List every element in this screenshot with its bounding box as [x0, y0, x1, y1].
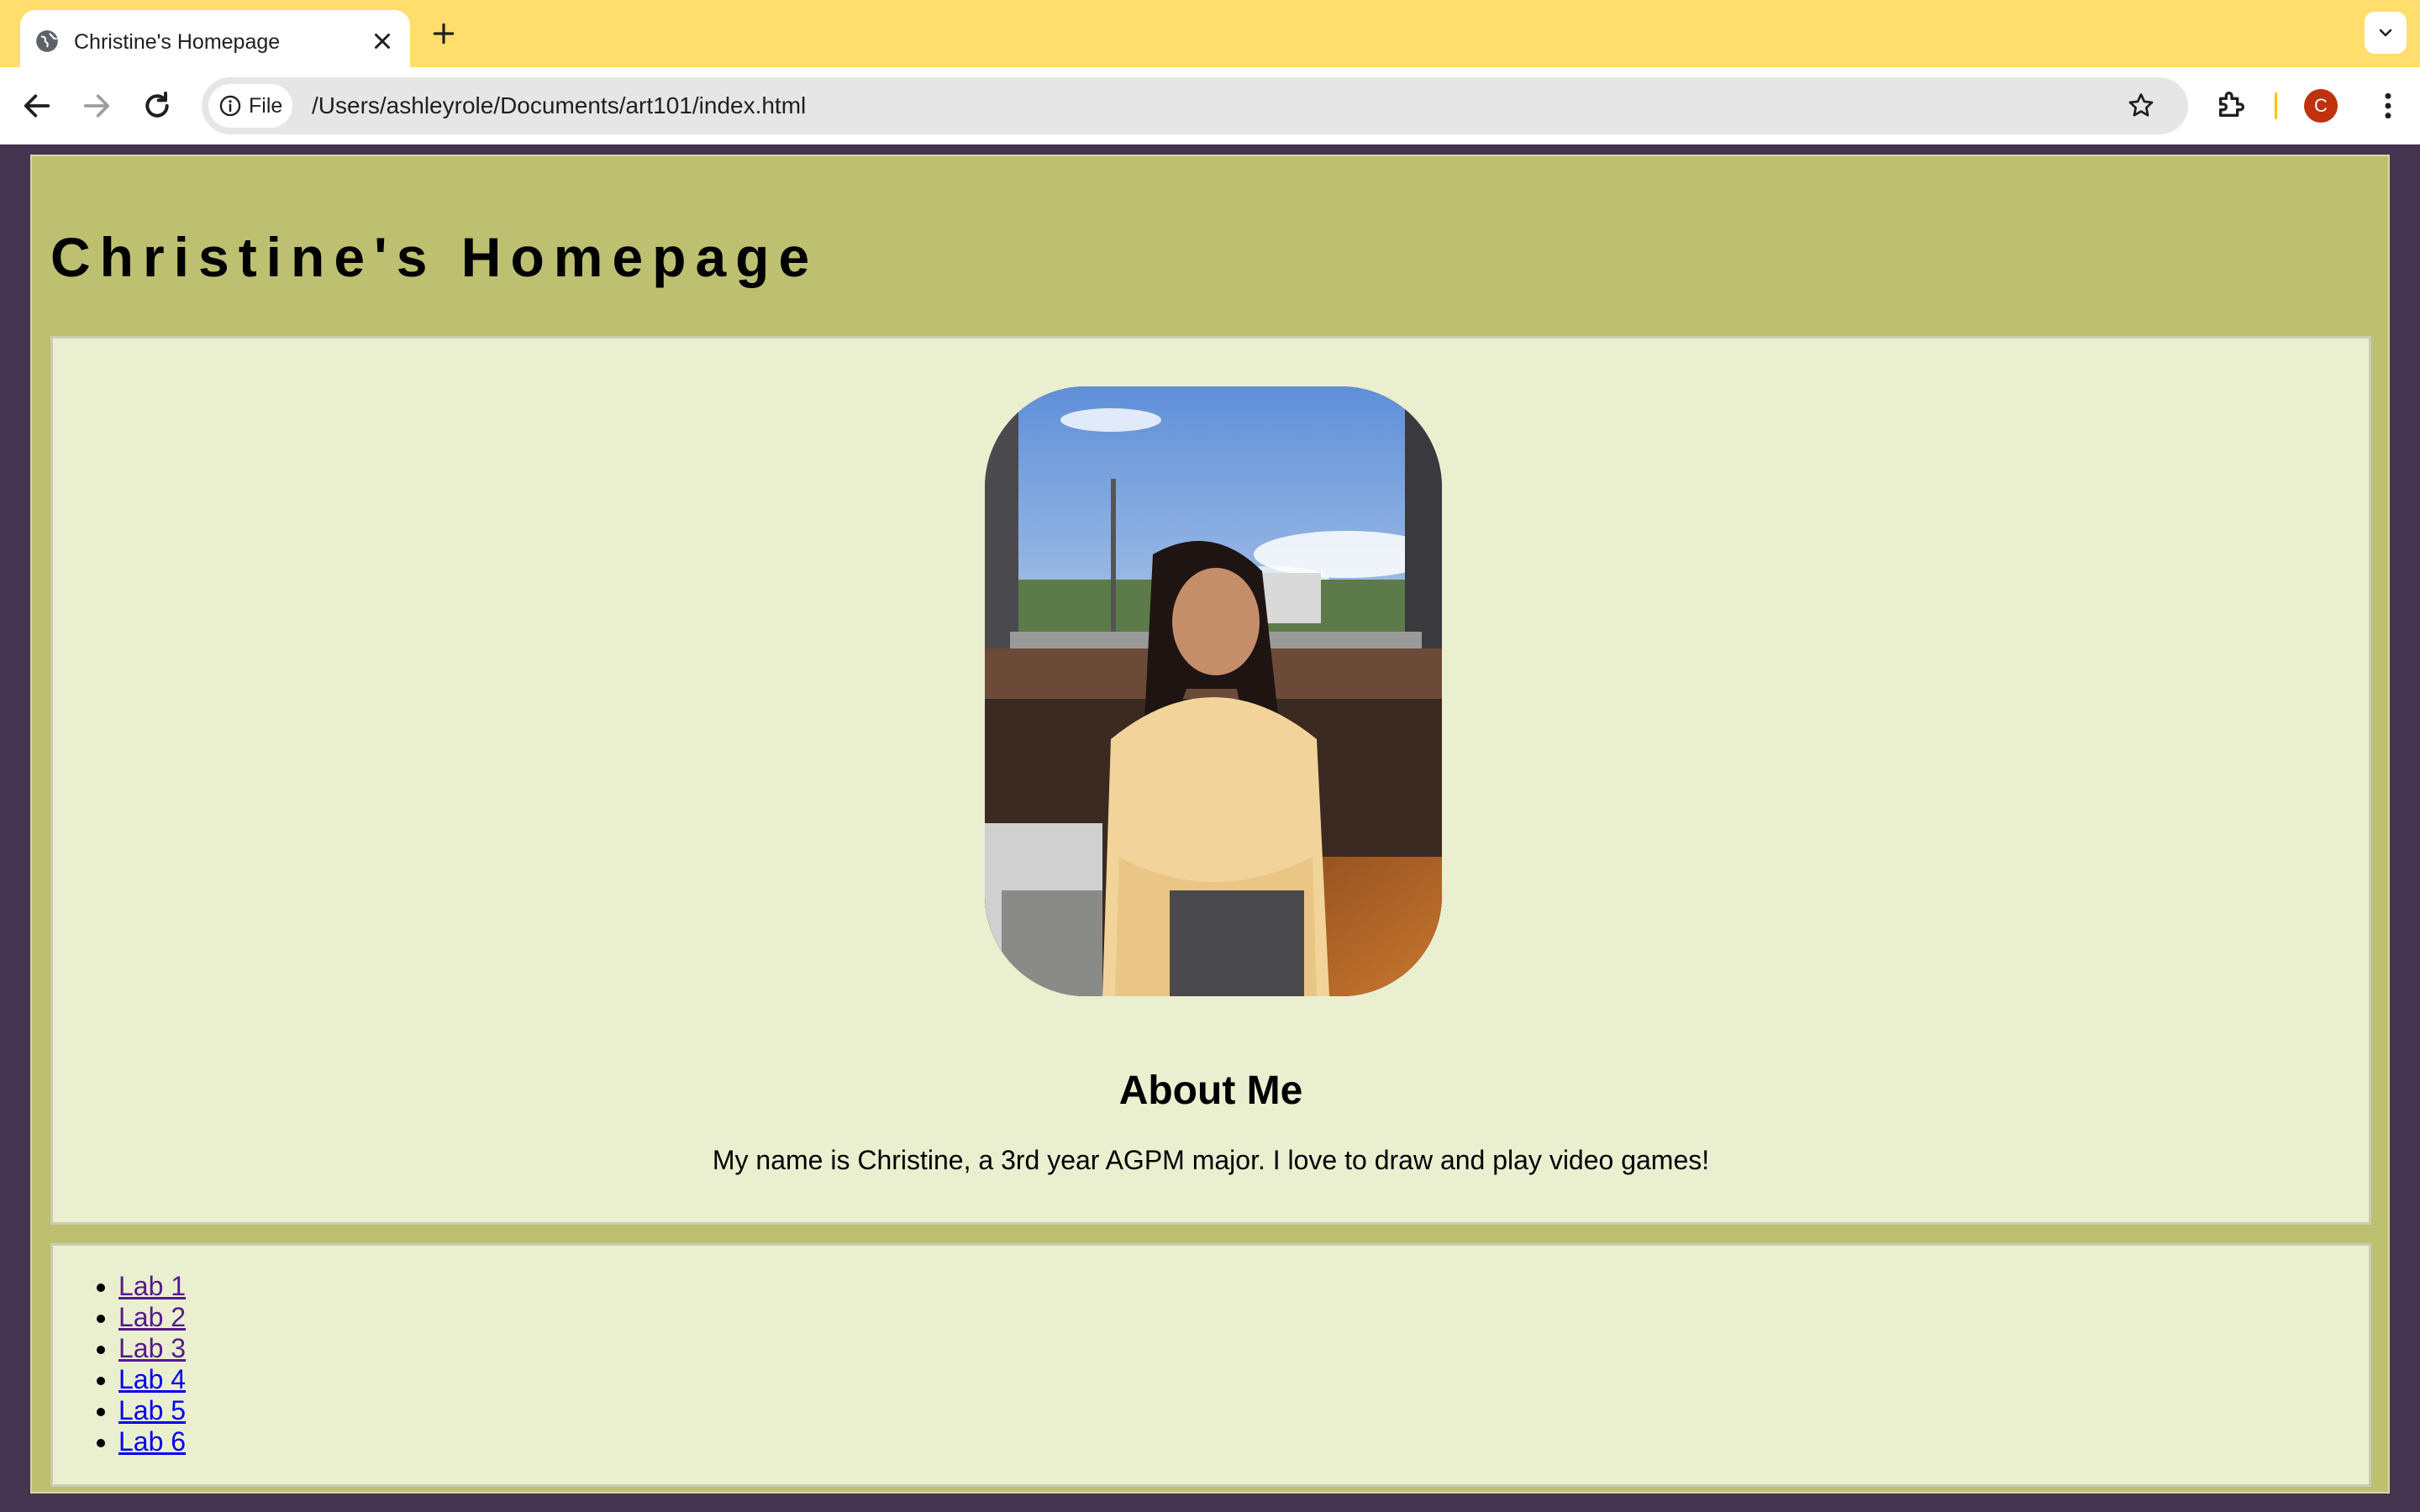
- lab-4-link[interactable]: Lab 4: [118, 1364, 186, 1394]
- tab-active[interactable]: Christine's Homepage: [20, 10, 410, 67]
- close-icon[interactable]: [370, 29, 395, 54]
- about-heading: About Me: [1118, 1068, 1303, 1113]
- reload-icon[interactable]: [140, 89, 174, 123]
- extensions-puzzle-icon[interactable]: [2215, 87, 2249, 121]
- profile-avatar[interactable]: C: [2304, 89, 2338, 123]
- chip-label: File: [249, 94, 283, 118]
- lab-6-link[interactable]: Lab 6: [118, 1426, 186, 1457]
- url-text[interactable]: /Users/ashleyrole/Documents/art101/index…: [312, 77, 806, 134]
- lab-3-link[interactable]: Lab 3: [118, 1333, 186, 1363]
- labs-section: Lab 1 Lab 2 Lab 3 Lab 4 Lab 5 Lab 6: [50, 1243, 2371, 1487]
- tab-title: Christine's Homepage: [74, 30, 281, 54]
- page-viewport: Christine's Homepage About Me My name is…: [0, 144, 2420, 1512]
- lab-1-link[interactable]: Lab 1: [118, 1271, 186, 1301]
- list-item: Lab 1: [118, 1271, 186, 1302]
- more-menu-icon[interactable]: [2371, 89, 2405, 123]
- page-title: Christine's Homepage: [50, 226, 819, 288]
- forward-arrow-icon[interactable]: [80, 89, 113, 123]
- about-text: My name is Christine, a 3rd year AGPM ma…: [712, 1145, 1710, 1175]
- address-bar[interactable]: File /Users/ashleyrole/Documents/art101/…: [202, 77, 2188, 134]
- profile-photo-image: [985, 386, 1442, 996]
- tab-strip: Christine's Homepage: [0, 0, 2420, 67]
- chevron-down-icon: [2379, 29, 2392, 37]
- list-item: Lab 3: [118, 1333, 186, 1364]
- lab-5-link[interactable]: Lab 5: [118, 1395, 186, 1425]
- profile-photo: [985, 386, 1442, 996]
- info-icon: [219, 95, 241, 117]
- list-item: Lab 5: [118, 1395, 186, 1426]
- browser-window: Christine's Homepage File /Users/ashleyr…: [0, 0, 2420, 1512]
- tab-search-button[interactable]: [2365, 12, 2407, 54]
- globe-icon: [36, 30, 58, 52]
- bookmark-star-icon[interactable]: [2126, 91, 2156, 121]
- list-item: Lab 6: [118, 1426, 186, 1457]
- list-item: Lab 2: [118, 1302, 186, 1333]
- back-arrow-icon[interactable]: [20, 89, 54, 123]
- lab-list: Lab 1 Lab 2 Lab 3 Lab 4 Lab 5 Lab 6: [100, 1271, 186, 1457]
- site-info-chip[interactable]: File: [208, 84, 292, 128]
- lab-2-link[interactable]: Lab 2: [118, 1302, 186, 1332]
- toolbar-separator: [2275, 92, 2277, 119]
- page-container: Christine's Homepage About Me My name is…: [30, 155, 2390, 1494]
- new-tab-plus-icon[interactable]: [430, 20, 457, 47]
- browser-toolbar: File /Users/ashleyrole/Documents/art101/…: [0, 67, 2420, 144]
- about-section: About Me My name is Christine, a 3rd yea…: [50, 336, 2371, 1225]
- list-item: Lab 4: [118, 1364, 186, 1395]
